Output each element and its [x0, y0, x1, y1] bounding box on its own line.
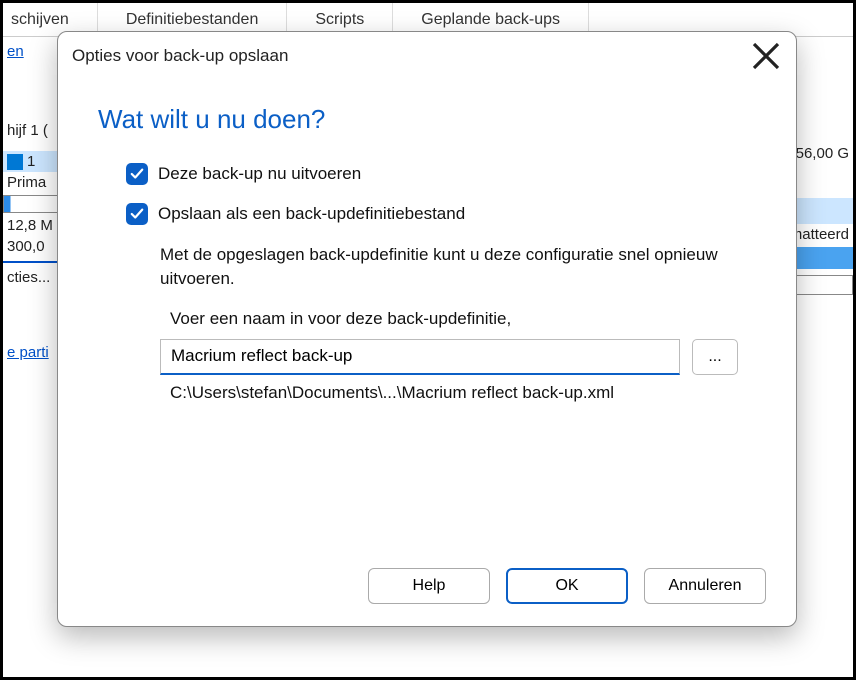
ok-button[interactable]: OK	[506, 568, 628, 604]
bg-usage-bar	[3, 195, 61, 213]
definition-name-input[interactable]	[160, 339, 680, 375]
bg-cties: cties...	[3, 267, 61, 288]
bg-size2: 300,0	[3, 236, 61, 257]
name-prompt: Voer een naam in voor deze back-updefini…	[170, 309, 756, 329]
windows-icon	[7, 154, 23, 170]
close-button[interactable]	[750, 42, 782, 70]
definition-explain-text: Met de opgeslagen back-updefinitie kunt …	[160, 243, 720, 291]
checkbox-save-definition-label: Opslaan als een back-updefinitiebestand	[158, 204, 465, 224]
close-icon	[750, 40, 782, 72]
bg-row-1: 1	[3, 151, 61, 172]
browse-button[interactable]: ...	[692, 339, 738, 375]
checkbox-run-now-label: Deze back-up nu uitvoeren	[158, 164, 361, 184]
background-left-column: en hijf 1 ( 1 Prima 12,8 M 300,0 cties..…	[3, 37, 61, 677]
check-icon	[130, 207, 144, 221]
dialog-heading: Wat wilt u nu doen?	[98, 104, 756, 135]
bg-row-prima: Prima	[3, 172, 61, 193]
checkbox-run-now[interactable]	[126, 163, 148, 185]
check-icon	[130, 167, 144, 181]
bg-disk-label: hijf 1 (	[3, 120, 61, 141]
bg-size1: 12,8 M	[3, 215, 61, 236]
help-button[interactable]: Help	[368, 568, 490, 604]
dialog-title: Opties voor back-up opslaan	[72, 46, 750, 66]
cancel-button[interactable]: Annuleren	[644, 568, 766, 604]
bg-link-parti[interactable]: e parti	[3, 338, 61, 367]
definition-path: C:\Users\stefan\Documents\...\Macrium re…	[170, 383, 756, 403]
checkbox-save-definition[interactable]	[126, 203, 148, 225]
save-backup-options-dialog: Opties voor back-up opslaan Wat wilt u n…	[57, 31, 797, 627]
bg-link-en[interactable]: en	[3, 37, 61, 66]
